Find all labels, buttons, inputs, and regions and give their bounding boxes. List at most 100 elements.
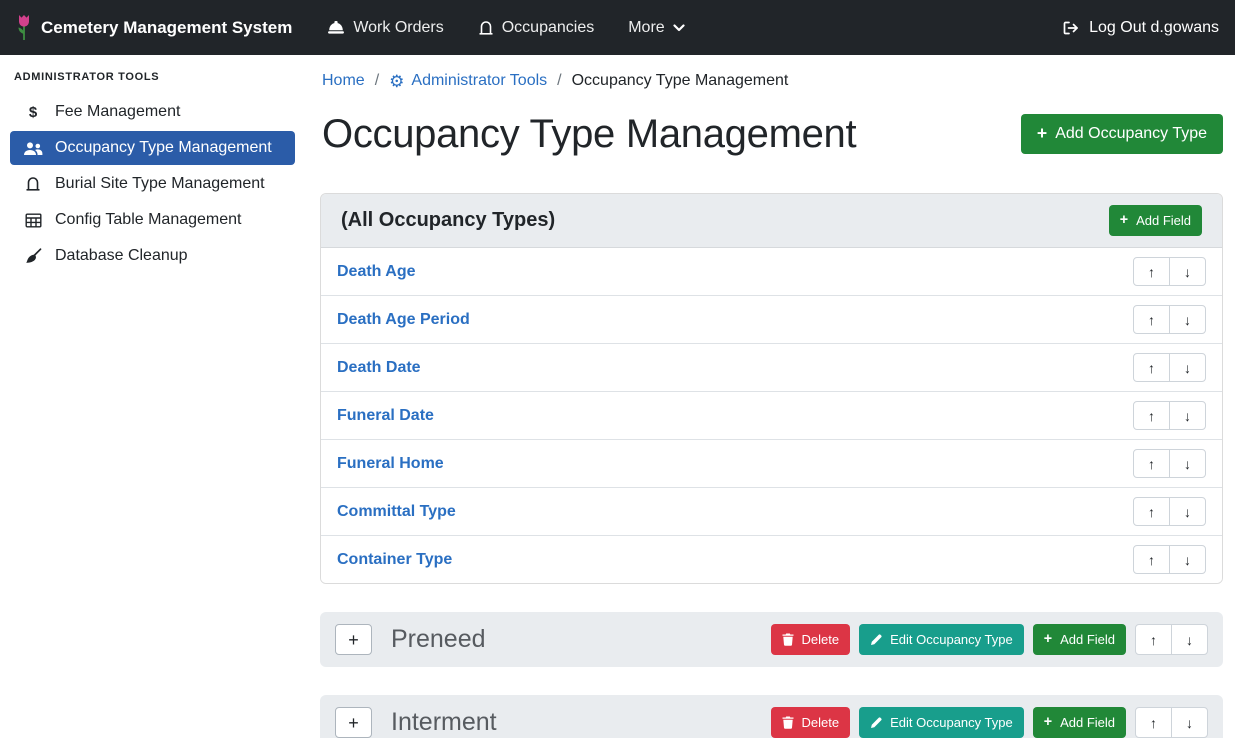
arrow-down-icon: ↓: [1186, 715, 1193, 731]
sidebar-item-burial-site-type-management[interactable]: Burial Site Type Management: [10, 167, 295, 201]
edit-occupancy-type-button[interactable]: Edit Occupancy Type: [859, 624, 1024, 655]
expand-button[interactable]: +: [335, 624, 372, 655]
sidebar-item-label: Fee Management: [55, 103, 180, 121]
move-up-button[interactable]: ↑: [1133, 401, 1170, 430]
breadcrumb-current: Occupancy Type Management: [572, 72, 789, 90]
add-field-label: Add Field: [1060, 633, 1115, 646]
edit-label: Edit Occupancy Type: [890, 633, 1013, 646]
title-row: Occupancy Type Management + Add Occupanc…: [320, 111, 1223, 157]
move-up-button[interactable]: ↑: [1133, 305, 1170, 334]
card-header: (All Occupancy Types) + Add Field: [321, 194, 1222, 248]
arrow-up-icon: ↑: [1148, 552, 1155, 568]
card-title: (All Occupancy Types): [341, 209, 555, 232]
move-up-button[interactable]: ↑: [1133, 449, 1170, 478]
arrow-down-icon: ↓: [1184, 312, 1191, 328]
arrow-up-icon: ↑: [1148, 408, 1155, 424]
flower-logo-icon: [16, 14, 32, 41]
sidebar-item-database-cleanup[interactable]: Database Cleanup: [10, 239, 295, 273]
plus-icon: +: [1044, 716, 1052, 729]
move-down-button[interactable]: ↓: [1171, 624, 1208, 655]
move-down-button[interactable]: ↓: [1169, 257, 1206, 286]
nav-occupancies[interactable]: Occupancies: [465, 11, 608, 45]
sidebar-header: ADMINISTRATOR TOOLS: [0, 65, 305, 93]
field-link[interactable]: Committal Type: [337, 503, 456, 521]
reorder-buttons: ↑ ↓: [1133, 545, 1206, 574]
sidebar-item-fee-management[interactable]: $ Fee Management: [10, 95, 295, 129]
move-down-button[interactable]: ↓: [1169, 545, 1206, 574]
nav-work-orders-label: Work Orders: [353, 19, 443, 37]
sidebar-item-occupancy-type-management[interactable]: Occupancy Type Management: [10, 131, 295, 165]
add-field-label: Add Field: [1060, 716, 1115, 729]
plus-icon: +: [1120, 214, 1128, 227]
move-up-button[interactable]: ↑: [1133, 353, 1170, 382]
field-row: Committal Type ↑ ↓: [321, 487, 1222, 535]
arrow-down-icon: ↓: [1184, 504, 1191, 520]
delete-button[interactable]: Delete: [771, 707, 851, 738]
breadcrumb-administrator-tools[interactable]: ⚙ Administrator Tools: [389, 72, 547, 90]
dollar-icon: $: [23, 104, 43, 121]
move-down-button[interactable]: ↓: [1169, 353, 1206, 382]
expand-button[interactable]: +: [335, 707, 372, 738]
reorder-buttons: ↑ ↓: [1133, 449, 1206, 478]
add-field-button[interactable]: + Add Field: [1033, 707, 1126, 738]
field-link[interactable]: Death Age: [337, 263, 416, 281]
nav-more-label: More: [628, 19, 664, 37]
field-row: Funeral Home ↑ ↓: [321, 439, 1222, 487]
arrow-up-icon: ↑: [1148, 360, 1155, 376]
move-up-button[interactable]: ↑: [1133, 257, 1170, 286]
arrow-up-icon: ↑: [1148, 264, 1155, 280]
move-up-button[interactable]: ↑: [1133, 545, 1170, 574]
field-link[interactable]: Death Date: [337, 359, 421, 377]
nav-work-orders[interactable]: Work Orders: [314, 11, 456, 45]
reorder-buttons: ↑ ↓: [1133, 257, 1206, 286]
move-down-button[interactable]: ↓: [1171, 707, 1208, 738]
breadcrumb-admin-label: Administrator Tools: [411, 72, 547, 90]
move-up-button[interactable]: ↑: [1135, 624, 1172, 655]
move-down-button[interactable]: ↓: [1169, 401, 1206, 430]
move-down-button[interactable]: ↓: [1169, 449, 1206, 478]
move-down-button[interactable]: ↓: [1169, 305, 1206, 334]
logout-link[interactable]: Log Out d.gowans: [1062, 19, 1219, 37]
trash-icon: [782, 633, 794, 646]
navbar-links: Work Orders Occupancies More: [314, 11, 697, 45]
arrow-down-icon: ↓: [1184, 456, 1191, 472]
tombstone-icon: [478, 20, 494, 36]
tombstone-icon: [23, 176, 43, 192]
field-link[interactable]: Funeral Home: [337, 455, 444, 473]
edit-label: Edit Occupancy Type: [890, 716, 1013, 729]
page-title: Occupancy Type Management: [322, 111, 856, 157]
reorder-buttons: ↑ ↓: [1133, 353, 1206, 382]
field-link[interactable]: Death Age Period: [337, 311, 470, 329]
section-actions: Delete Edit Occupancy Type + Add Field: [771, 707, 1208, 738]
breadcrumb-separator: /: [375, 72, 379, 90]
move-down-button[interactable]: ↓: [1169, 497, 1206, 526]
add-occupancy-type-button[interactable]: + Add Occupancy Type: [1021, 114, 1223, 154]
sidebar-item-config-table-management[interactable]: Config Table Management: [10, 203, 295, 237]
nav-more[interactable]: More: [615, 11, 697, 45]
edit-occupancy-type-button[interactable]: Edit Occupancy Type: [859, 707, 1024, 738]
brand-title: Cemetery Management System: [41, 18, 292, 38]
arrow-down-icon: ↓: [1186, 632, 1193, 648]
arrow-up-icon: ↑: [1148, 312, 1155, 328]
field-link[interactable]: Funeral Date: [337, 407, 434, 425]
pencil-icon: [870, 717, 882, 729]
field-row: Death Age ↑ ↓: [321, 248, 1222, 295]
field-link[interactable]: Container Type: [337, 551, 452, 569]
app-brand[interactable]: Cemetery Management System: [16, 14, 292, 41]
nav-occupancies-label: Occupancies: [502, 19, 595, 37]
delete-label: Delete: [802, 716, 840, 729]
reorder-buttons: ↑ ↓: [1135, 707, 1208, 738]
broom-icon: [23, 248, 43, 264]
all-occupancy-types-card: (All Occupancy Types) + Add Field Death …: [320, 193, 1223, 584]
delete-label: Delete: [802, 633, 840, 646]
add-field-button[interactable]: + Add Field: [1033, 624, 1126, 655]
section-actions: Delete Edit Occupancy Type + Add Field: [771, 624, 1208, 655]
add-field-button[interactable]: + Add Field: [1109, 205, 1202, 236]
move-up-button[interactable]: ↑: [1135, 707, 1172, 738]
field-row: Container Type ↑ ↓: [321, 535, 1222, 583]
delete-button[interactable]: Delete: [771, 624, 851, 655]
breadcrumb-home[interactable]: Home: [322, 72, 365, 90]
breadcrumb-separator: /: [557, 72, 561, 90]
sidebar-item-label: Config Table Management: [55, 211, 242, 229]
move-up-button[interactable]: ↑: [1133, 497, 1170, 526]
